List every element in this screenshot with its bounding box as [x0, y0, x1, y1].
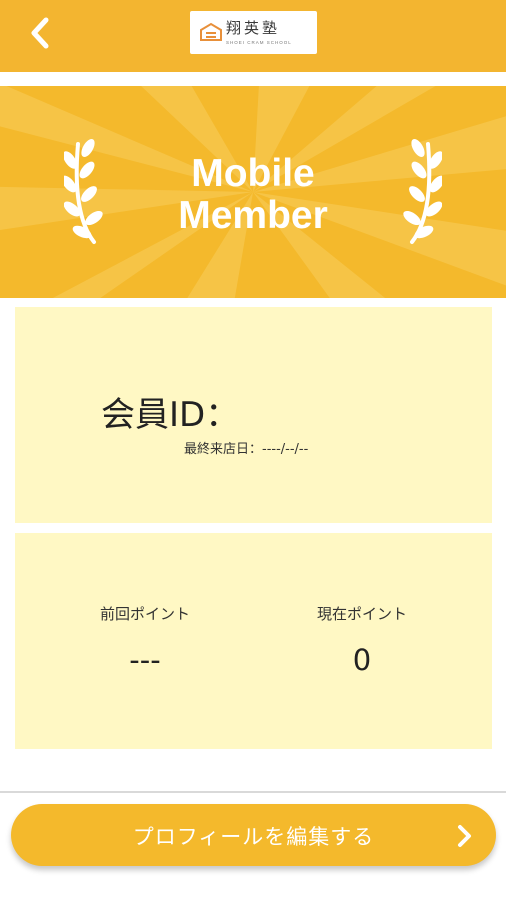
edit-profile-label: プロフィールを編集する [132, 825, 375, 849]
chevron-right-icon [458, 825, 471, 847]
mobile-member-banner: Mobile Member [0, 86, 506, 298]
previous-points-label: 前回ポイント [99, 605, 190, 623]
school-logo-mark [200, 22, 222, 41]
app-header: 翔英塾 SHOEI CRAM SCHOOL [0, 0, 506, 72]
current-points-label: 現在ポイント [316, 605, 407, 623]
points-card: 前回ポイント --- 現在ポイント 0 [15, 533, 492, 749]
member-info-card: 会員ID： 最終来店日：----/--/-- [15, 307, 492, 523]
previous-points-value: --- [129, 643, 161, 677]
chevron-left-icon [31, 17, 49, 49]
logo-subtitle: SHOEI CRAM SCHOOL [226, 40, 292, 45]
member-id-label: 会員ID： [101, 395, 240, 435]
logo-name: 翔英塾 [226, 19, 281, 37]
last-visit-value: ----/--/-- [262, 442, 309, 457]
back-button[interactable] [22, 10, 62, 56]
edit-profile-button[interactable]: プロフィールを編集する [11, 804, 496, 866]
footer-divider [0, 791, 506, 793]
last-visit-line: 最終来店日：----/--/-- [184, 438, 308, 457]
school-logo: 翔英塾 SHOEI CRAM SCHOOL [190, 11, 317, 54]
banner-title-line1: Mobile [191, 152, 315, 195]
banner-title-line2: Member [178, 194, 328, 237]
current-points-value: 0 [352, 643, 372, 677]
last-visit-label: 最終来店日： [184, 442, 263, 457]
